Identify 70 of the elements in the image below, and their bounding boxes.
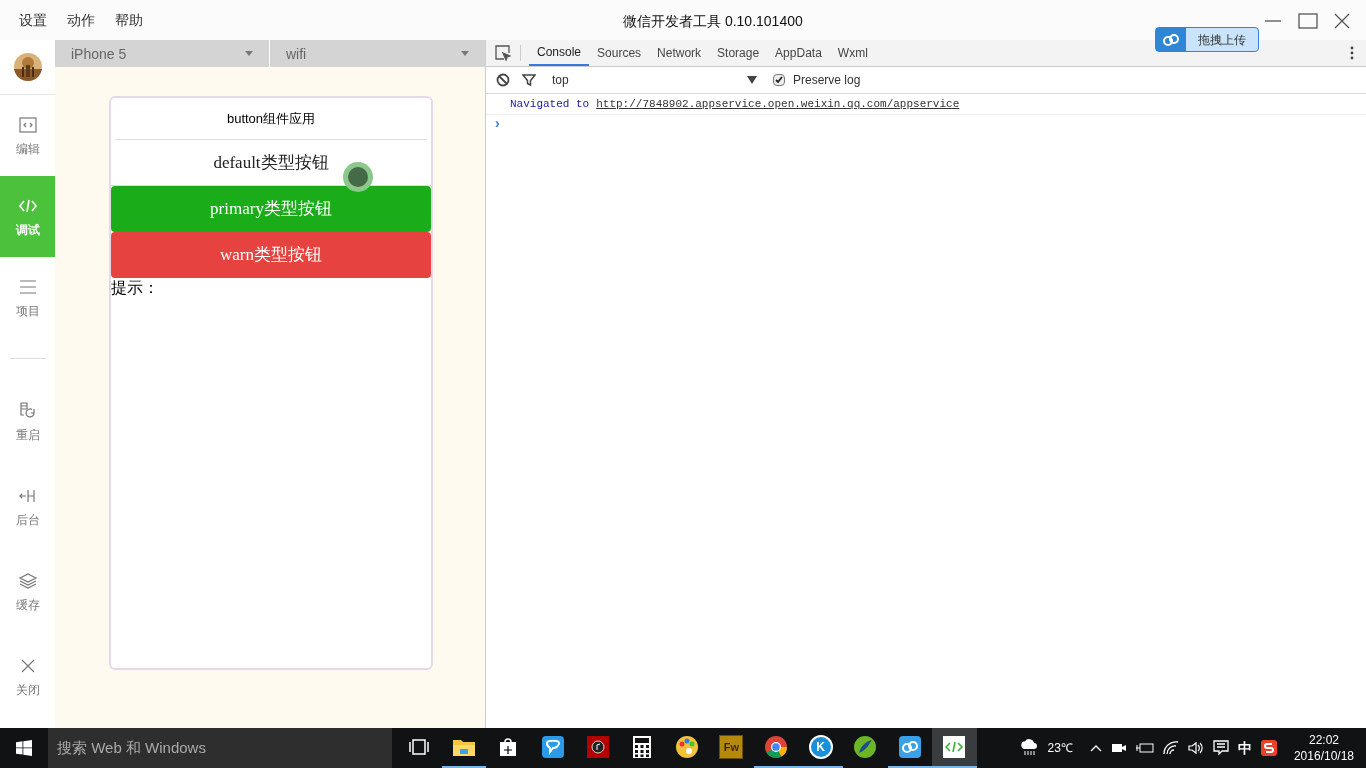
sidebar-item[interactable]: 重启 <box>0 379 55 464</box>
camera-icon[interactable] <box>1110 741 1127 755</box>
device-select[interactable]: iPhone 5 <box>55 40 269 67</box>
leaf-app-icon[interactable] <box>853 735 878 759</box>
sidebar-item[interactable]: 编辑 <box>0 95 55 176</box>
sidebar-item[interactable]: 关闭 <box>0 634 55 719</box>
dropdown-icon <box>245 51 253 56</box>
taskbar-app[interactable]: Fw <box>709 728 754 768</box>
palette-icon[interactable] <box>674 735 699 759</box>
cloud-app-icon[interactable] <box>897 735 922 759</box>
sidebar-item[interactable]: 项目 <box>0 257 55 338</box>
console-prompt[interactable]: › <box>486 115 500 131</box>
task-view-icon[interactable] <box>407 737 432 757</box>
taskbar-app[interactable] <box>932 728 977 768</box>
preserve-log-label: Preserve log <box>793 72 861 89</box>
hint-text: 提示： <box>111 278 160 298</box>
devtools-tab[interactable]: Wxml <box>829 40 876 66</box>
maximize-icon[interactable] <box>1298 13 1318 29</box>
devtools-tab[interactable]: Network <box>649 40 710 66</box>
devtools-tab[interactable]: AppData <box>767 40 830 66</box>
sidebar-item[interactable]: 缓存 <box>0 549 55 634</box>
devtools-tab[interactable]: Storage <box>709 40 768 66</box>
input-method-indicator[interactable]: 中 <box>1237 738 1252 758</box>
chevron-up-icon[interactable] <box>1089 744 1102 752</box>
notification-icon[interactable] <box>1212 740 1229 756</box>
music-app-icon[interactable] <box>585 735 610 759</box>
sogou-icon[interactable] <box>1260 740 1277 756</box>
console-link[interactable]: http://7848902.appservice.open.weixin.qq.com/appservice <box>596 95 960 113</box>
devtools-tab[interactable]: Sources <box>589 40 650 66</box>
rain-cloud-icon <box>1018 739 1039 757</box>
close-icon[interactable] <box>1334 13 1350 29</box>
chat-app-icon[interactable] <box>541 735 566 759</box>
sidebar-item[interactable]: 后台 <box>0 464 55 549</box>
speaker-icon[interactable] <box>1187 741 1204 755</box>
taskbar-app[interactable]: K <box>798 728 843 768</box>
code-icon <box>17 114 38 135</box>
page-button[interactable]: warn类型按钮 <box>111 232 431 278</box>
code-app-icon[interactable] <box>942 735 967 759</box>
windows-start-icon[interactable] <box>16 740 32 756</box>
browser-icon[interactable] <box>764 735 789 759</box>
dropdown-icon <box>461 51 469 56</box>
devtools-tab[interactable]: Console <box>529 40 590 66</box>
shopping-bag-icon[interactable] <box>498 737 519 757</box>
upload-button[interactable]: 拖拽上传 <box>1155 27 1259 52</box>
menu-item[interactable]: 帮助 <box>115 10 143 30</box>
refresh-icon <box>17 400 38 421</box>
clear-icon[interactable] <box>496 73 510 87</box>
menu-item[interactable]: 动作 <box>67 10 95 30</box>
more-icon[interactable] <box>1350 46 1354 60</box>
inspect-icon[interactable] <box>495 45 511 61</box>
temperature-text: 23℃ <box>1047 740 1073 757</box>
window-title: 微信开发者工具 0.10.101400 <box>623 12 803 31</box>
context-select[interactable]: top <box>552 71 757 89</box>
battery-icon[interactable] <box>1135 742 1154 754</box>
fireworks-app-icon[interactable]: Fw <box>719 735 744 759</box>
folder-icon[interactable] <box>451 737 476 757</box>
preserve-log-checkbox[interactable] <box>773 74 785 86</box>
cloud-icon <box>1161 32 1181 47</box>
menu-item[interactable]: 设置 <box>19 10 47 30</box>
filter-icon[interactable] <box>522 73 536 87</box>
dropdown-icon <box>747 76 757 84</box>
clock-time[interactable]: 22:02 <box>1308 732 1339 748</box>
search-field[interactable]: 搜索 Web 和 Windows <box>48 728 392 768</box>
wifi-icon[interactable] <box>1162 741 1179 755</box>
calculator-icon[interactable] <box>632 735 653 759</box>
network-select[interactable]: wifi <box>270 40 485 67</box>
k-app-icon[interactable]: K <box>808 735 833 759</box>
page-title: button组件应用 <box>226 109 316 128</box>
clock-date[interactable]: 2016/10/18 <box>1293 748 1354 764</box>
console-message: Navigated to <box>510 96 590 112</box>
